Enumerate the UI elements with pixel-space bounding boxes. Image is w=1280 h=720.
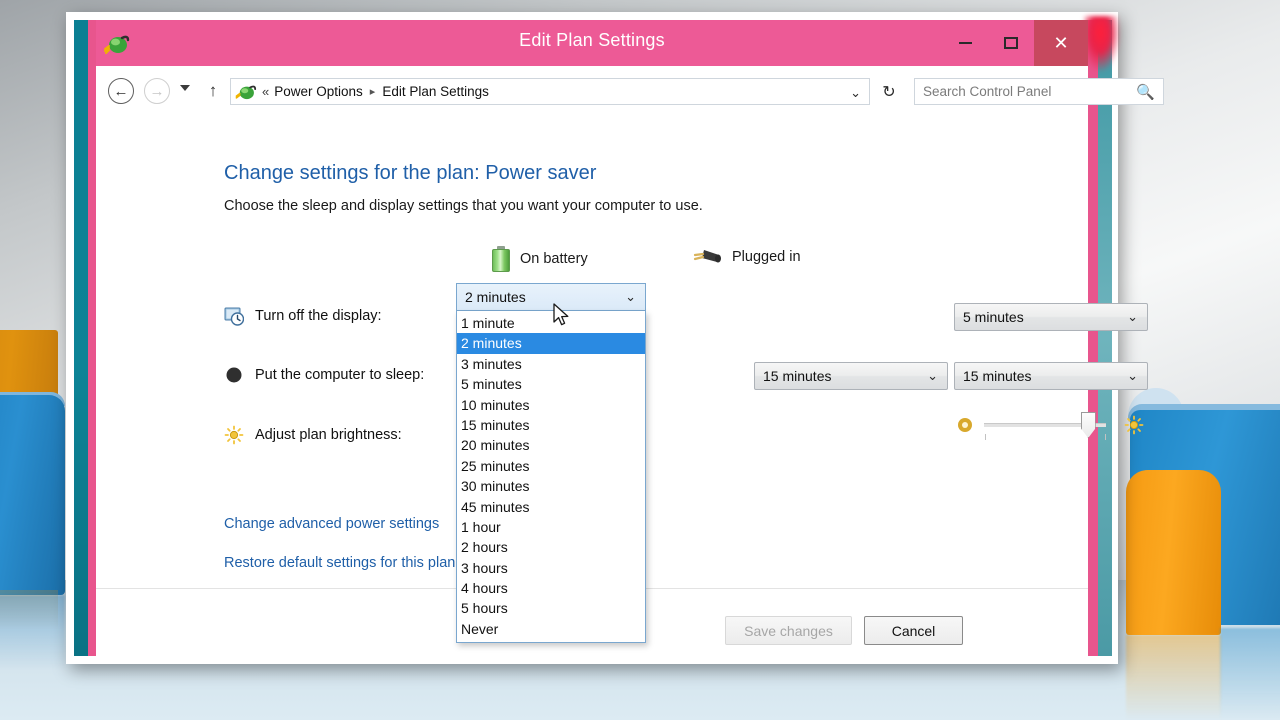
combo-display-on-battery[interactable]: 2 minutes ⌄	[456, 283, 646, 311]
dropdown-option[interactable]: 10 minutes	[457, 395, 645, 415]
breadcrumb-separator-icon: ▸	[369, 86, 376, 98]
display-clock-icon	[224, 307, 244, 326]
minimize-icon	[958, 42, 972, 44]
refresh-button[interactable]: ↻	[876, 78, 902, 105]
dropdown-option[interactable]: 3 hours	[457, 558, 645, 578]
wallpaper-reflection-orange-right	[1126, 635, 1221, 720]
slider-thumb[interactable]	[1080, 412, 1096, 438]
window-edge-red-glow	[1084, 16, 1120, 72]
dropdown-option[interactable]: 15 minutes	[457, 415, 645, 435]
maximize-button[interactable]	[988, 20, 1034, 66]
chevron-down-icon: ⌄	[927, 368, 938, 383]
link-change-advanced-power-settings[interactable]: Change advanced power settings	[224, 516, 439, 532]
address-prefix: «	[262, 84, 270, 99]
breadcrumb-edit-plan-settings[interactable]: Edit Plan Settings	[382, 84, 489, 99]
brightness-slider-plugged-in[interactable]	[956, 412, 1146, 440]
dropdown-option[interactable]: 2 minutes	[457, 333, 645, 354]
wallpaper-shape-blue-left	[0, 395, 65, 595]
row-put-computer-to-sleep: Put the computer to sleep:	[224, 365, 424, 385]
chevron-down-icon: ⌄	[625, 289, 636, 304]
slider-tick	[985, 434, 986, 440]
link-restore-default-settings[interactable]: Restore default settings for this plan	[224, 555, 455, 571]
display-timeout-dropdown-list[interactable]: 1 minute 2 minutes 3 minutes 5 minutes 10 mi…	[456, 311, 646, 644]
dropdown-option[interactable]: 45 minutes	[457, 497, 645, 517]
window-edge-teal-left	[74, 20, 88, 656]
page-title: Change settings for the plan: Power save…	[224, 162, 597, 184]
recent-locations-icon[interactable]	[180, 85, 190, 91]
wallpaper-reflection-blue-right	[1220, 628, 1280, 720]
forward-button[interactable]: →	[144, 78, 170, 104]
battery-icon	[492, 246, 510, 272]
power-options-icon	[235, 85, 257, 99]
dropdown-option[interactable]: 5 minutes	[457, 374, 645, 394]
dropdown-option[interactable]: 30 minutes	[457, 476, 645, 496]
combo-value: 5 minutes	[963, 309, 1024, 325]
combo-value: 15 minutes	[763, 368, 832, 384]
address-bar[interactable]: « Power Options ▸ Edit Plan Settings ⌄	[230, 78, 870, 105]
cancel-button[interactable]: Cancel	[864, 616, 963, 645]
window-title: Edit Plan Settings	[519, 30, 665, 50]
dropdown-option[interactable]: 5 hours	[457, 598, 645, 618]
combo-display-plugged-in[interactable]: 5 minutes ⌄	[954, 303, 1148, 331]
dropdown-option[interactable]: 4 hours	[457, 578, 645, 598]
search-box[interactable]: Search Control Panel 🔍	[914, 78, 1164, 105]
window-edge-pink-right	[1088, 20, 1098, 656]
dropdown-option[interactable]: 3 minutes	[457, 354, 645, 374]
dropdown-option[interactable]: 20 minutes	[457, 435, 645, 455]
column-header-plugged-in-label: Plugged in	[732, 249, 801, 265]
wallpaper-reflection-blue-left	[0, 595, 65, 670]
save-changes-button[interactable]: Save changes	[725, 616, 852, 645]
search-input[interactable]: Search Control Panel	[923, 84, 1051, 99]
column-header-on-battery: On battery	[492, 246, 588, 272]
up-button[interactable]: ↑	[202, 78, 224, 104]
combo-value: 15 minutes	[963, 368, 1032, 384]
search-icon: 🔍	[1136, 84, 1155, 101]
row-label-text: Turn off the display:	[255, 308, 382, 324]
power-plug-icon	[693, 250, 721, 263]
dim-icon	[958, 418, 972, 432]
close-button[interactable]: ✕	[1034, 20, 1088, 66]
slider-tick	[1105, 434, 1106, 440]
dropdown-option[interactable]: 1 minute	[457, 313, 645, 333]
title-bar[interactable]: Edit Plan Settings ✕	[96, 20, 1088, 66]
chevron-down-icon[interactable]: ⌄	[850, 85, 861, 101]
row-turn-off-display: Turn off the display:	[224, 306, 382, 326]
sleep-moon-icon	[226, 367, 242, 383]
dropdown-option[interactable]: 25 minutes	[457, 456, 645, 476]
dropdown-option[interactable]: 1 hour	[457, 517, 645, 537]
mouse-cursor	[553, 303, 569, 326]
bright-icon	[1124, 415, 1144, 435]
dropdown-option[interactable]: 2 hours	[457, 537, 645, 557]
chevron-down-icon: ⌄	[1127, 309, 1138, 324]
row-label-text: Adjust plan brightness:	[255, 427, 402, 443]
window-edge-pink-left	[88, 20, 96, 656]
wallpaper-shape-orange-right	[1126, 470, 1221, 635]
combo-sleep-plugged-in[interactable]: 15 minutes ⌄	[954, 362, 1148, 390]
combo-sleep-on-battery[interactable]: 15 minutes ⌄	[754, 362, 948, 390]
window-controls: ✕	[942, 20, 1088, 66]
row-label-text: Put the computer to sleep:	[255, 367, 425, 383]
breadcrumb-power-options[interactable]: Power Options	[274, 84, 363, 99]
column-header-plugged-in: Plugged in	[692, 246, 801, 268]
column-header-on-battery-label: On battery	[520, 251, 588, 267]
chevron-down-icon: ⌄	[1127, 368, 1138, 383]
combo-value: 2 minutes	[465, 289, 526, 305]
row-adjust-plan-brightness: Adjust plan brightness:	[224, 425, 402, 445]
window-edge-teal-right	[1098, 20, 1112, 656]
back-button[interactable]: ←	[108, 78, 134, 104]
brightness-sun-icon	[224, 425, 244, 445]
dropdown-option[interactable]: Never	[457, 619, 645, 639]
minimize-button[interactable]	[942, 20, 988, 66]
navigation-bar: ← → ↑ « Power Options ▸ Edit Plan Settin…	[96, 66, 1164, 116]
maximize-icon	[1004, 37, 1018, 49]
page-subtitle: Choose the sleep and display settings th…	[224, 198, 703, 214]
